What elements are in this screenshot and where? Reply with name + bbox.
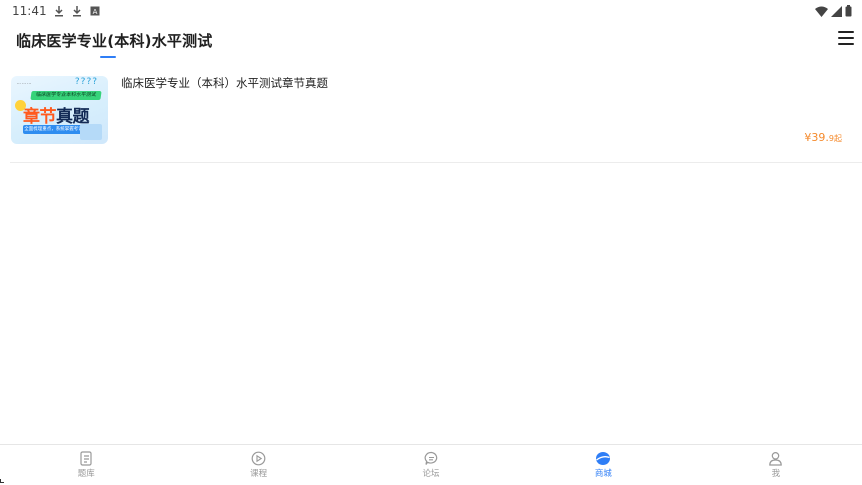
wifi-icon	[815, 2, 828, 21]
chat-bubble-icon	[423, 450, 439, 466]
thumbnail-headline: 章节真题	[23, 107, 90, 127]
battery-icon	[845, 2, 852, 21]
status-left: 11:41 A	[12, 4, 101, 18]
tab-label: 题库	[77, 469, 95, 479]
tab-course[interactable]: 课程	[172, 445, 344, 485]
title-underline	[100, 56, 116, 58]
tab-label: 课程	[250, 469, 268, 479]
product-price: ¥39.9起	[804, 131, 842, 144]
font-icon: A	[90, 5, 101, 17]
corner-mark	[0, 479, 4, 483]
header: 临床医学专业(本科)水平测试	[0, 22, 862, 62]
shop-icon	[595, 450, 611, 466]
tab-label: 论坛	[422, 469, 440, 479]
product-thumbnail: ··· ··· ··· ???? 临床医学专业本科水平测试 章节真题 全面梳理重…	[11, 76, 108, 144]
question-bank-icon	[78, 450, 94, 466]
page-title: 临床医学专业(本科)水平测试	[16, 32, 213, 50]
product-name: 临床医学专业（本科）水平测试章节真题	[121, 76, 328, 90]
tab-label: 商城	[594, 469, 612, 479]
tab-question-bank[interactable]: 题库	[0, 445, 172, 485]
thumbnail-fineprint: ··· ··· ···	[17, 81, 31, 86]
menu-icon[interactable]	[838, 31, 854, 45]
download-icon	[54, 5, 65, 17]
download-icon	[72, 5, 83, 17]
cellular-icon	[831, 2, 842, 21]
tab-me[interactable]: 我	[690, 445, 862, 485]
bottom-tabbar: 题库 课程 论坛 商城 我	[0, 444, 862, 485]
status-time: 11:41	[12, 4, 47, 18]
thumbnail-deco: ????	[74, 77, 98, 87]
tab-label: 我	[771, 469, 781, 479]
product-list-item[interactable]: ··· ··· ··· ???? 临床医学专业本科水平测试 章节真题 全面梳理重…	[10, 74, 862, 163]
status-right	[815, 2, 852, 21]
svg-text:A: A	[93, 8, 98, 16]
book-icon	[80, 124, 102, 140]
tab-shop[interactable]: 商城	[517, 445, 689, 485]
thumbnail-tag: 临床医学专业本科水平测试	[30, 91, 102, 100]
play-circle-icon	[251, 450, 267, 466]
tab-forum[interactable]: 论坛	[345, 445, 517, 485]
user-icon	[768, 450, 784, 466]
status-bar: 11:41 A	[0, 0, 862, 22]
